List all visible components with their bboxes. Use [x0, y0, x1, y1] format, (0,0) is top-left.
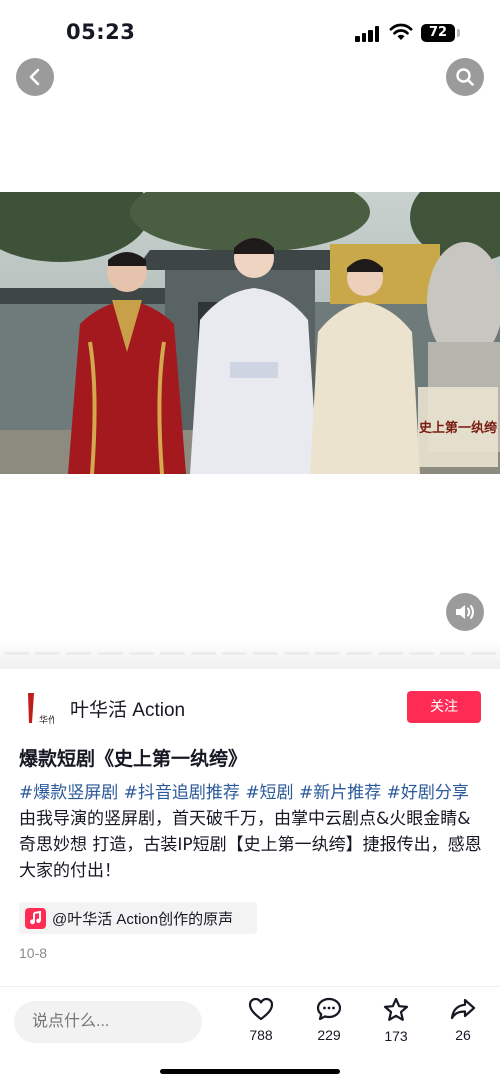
star-icon [383, 997, 409, 1021]
chevron-left-icon [29, 68, 40, 86]
status-time: 05:23 [66, 20, 136, 44]
status-bar: 05:23 72 [0, 0, 500, 60]
post-title: 爆款短剧《史上第一纨绔》 [19, 748, 248, 770]
battery-tip [457, 29, 460, 37]
search-button[interactable] [446, 58, 484, 96]
back-button[interactable] [16, 58, 54, 96]
hashtag-link[interactable]: #爆款竖屏剧 [19, 783, 118, 803]
music-note-icon [25, 907, 46, 929]
avatar[interactable]: 华作 [20, 687, 54, 729]
comment-count: 229 [317, 1027, 341, 1043]
author-name[interactable]: 叶华活 Action [70, 695, 185, 722]
wifi-icon [389, 23, 413, 40]
comment-input[interactable] [14, 1001, 202, 1043]
share-count: 26 [455, 1027, 471, 1043]
share-icon [450, 998, 476, 1020]
hashtag-link[interactable]: #抖音追剧推荐 [124, 783, 240, 803]
post-description: #爆款竖屏剧 #抖音追剧推荐 #短剧 #新片推荐 #好剧分享 由我导演的竖屏剧，… [19, 780, 485, 884]
like-count: 788 [249, 1027, 273, 1043]
hashtag-link[interactable]: #好剧分享 [387, 783, 469, 803]
sound-button[interactable] [446, 593, 484, 631]
comment-button[interactable]: 229 [304, 997, 354, 1043]
original-sound-chip[interactable]: @叶华活 Action创作的原声 [19, 902, 257, 934]
original-sound-label: @叶华活 Action创作的原声 [52, 910, 234, 928]
signal-icon [355, 26, 381, 42]
video-progress-bar[interactable] [0, 652, 500, 656]
home-indicator [160, 1069, 340, 1074]
hashtag-link[interactable]: #短剧 [245, 783, 293, 803]
post-body-text: 由我导演的竖屏剧，首天破千万，由掌中云剧点&火眼金睛&奇思妙想 打造，古装IP短… [19, 809, 482, 881]
favorite-count: 173 [384, 1028, 408, 1044]
post-date: 10-8 [19, 945, 48, 961]
battery-icon: 72 [421, 24, 455, 42]
speaker-icon [456, 605, 474, 619]
heart-icon [248, 997, 274, 1021]
comment-icon [316, 997, 342, 1021]
like-button[interactable]: 788 [236, 997, 286, 1043]
video-player[interactable]: 史上第一纨绔 [0, 192, 500, 474]
video-frame-image: 史上第一纨绔 [0, 192, 500, 474]
share-button[interactable]: 26 [438, 997, 488, 1043]
search-icon [456, 68, 474, 86]
follow-button[interactable]: 关注 [407, 691, 481, 723]
author-row: 华作 叶华活 Action 关注 [0, 668, 500, 744]
video-logo-text: 史上第一纨绔 [419, 420, 498, 436]
favorite-button[interactable]: 173 [371, 997, 421, 1044]
avatar-text: 华作 [39, 714, 54, 726]
hashtag-link[interactable]: #新片推荐 [299, 783, 381, 803]
